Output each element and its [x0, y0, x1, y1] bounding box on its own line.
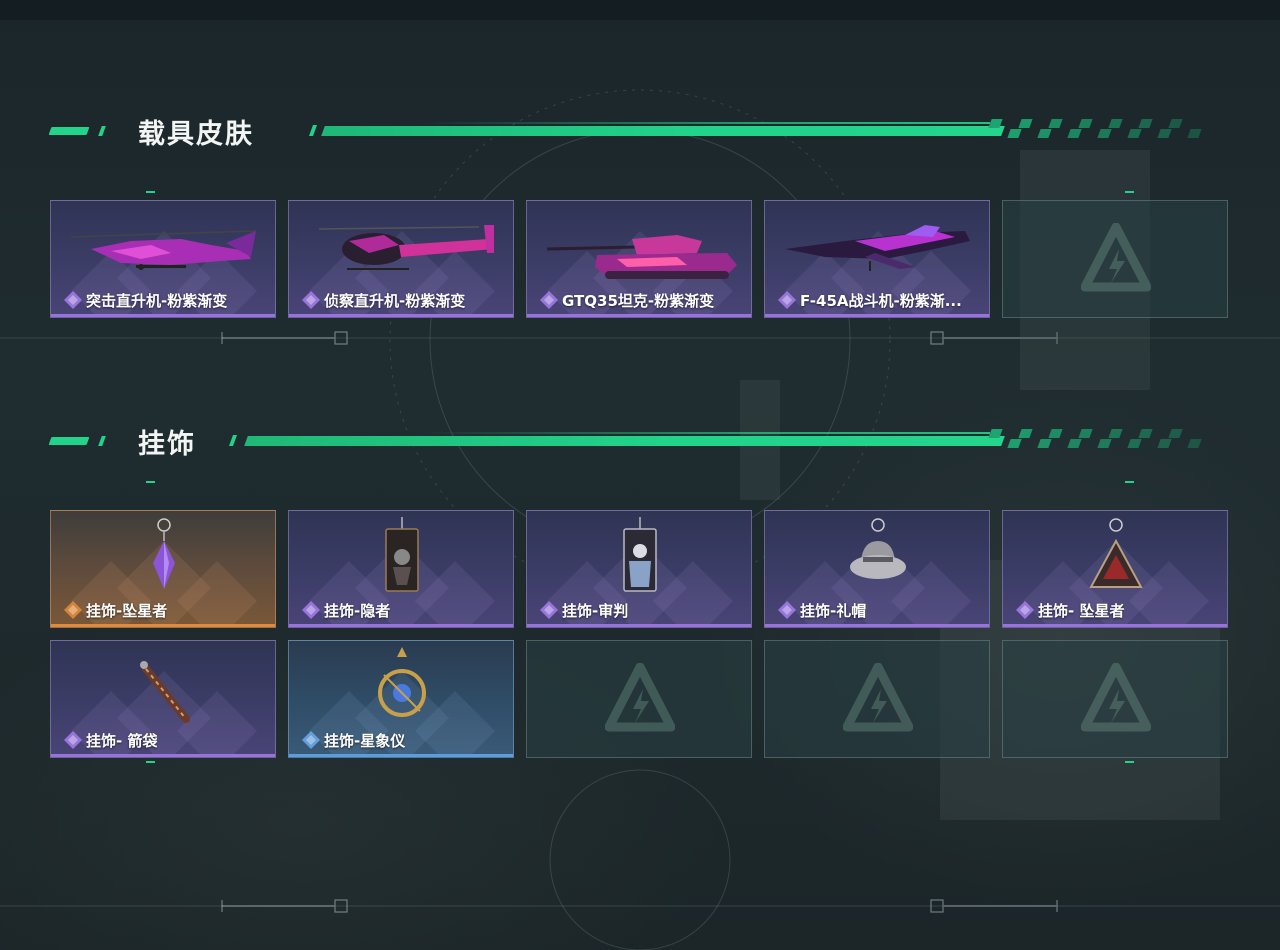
header-accent	[308, 125, 318, 136]
item-label: 挂饰-坠星者	[63, 600, 167, 620]
item-label: 挂饰-礼帽	[777, 600, 866, 620]
item-name: 挂饰-礼帽	[800, 601, 867, 620]
header-accent	[48, 127, 90, 135]
header-bar	[321, 126, 1005, 136]
item-name: 挂饰-星象仪	[324, 731, 406, 750]
fighter-jet-icon	[785, 225, 970, 271]
item-card[interactable]: 挂饰-隐者	[288, 510, 514, 628]
item-card[interactable]: 挂饰-星象仪	[288, 640, 514, 758]
rarity-underline	[765, 314, 989, 317]
empty-slot-logo-icon	[1081, 223, 1151, 292]
quiver-charm-icon	[140, 661, 190, 723]
rarity-underline	[527, 624, 751, 627]
item-name: 挂饰- 坠星者	[1038, 601, 1125, 620]
tank-icon	[546, 235, 737, 279]
item-label: 挂饰- 箭袋	[63, 730, 157, 750]
crystal-charm-icon	[153, 518, 175, 589]
header-accent	[48, 437, 90, 445]
section-header-vehicle-skins: 载具皮肤	[0, 111, 1280, 151]
item-label: GTQ35坦克-粉紫渐变	[539, 290, 714, 310]
item-label: F-45A战斗机-粉紫渐...	[777, 290, 962, 310]
item-card[interactable]: 挂饰- 箭袋	[50, 640, 276, 758]
rarity-underline	[51, 624, 275, 627]
corner-mark	[1125, 761, 1134, 763]
header-line	[420, 432, 990, 434]
rarity-underline	[1003, 624, 1227, 627]
rarity-diamond-icon	[302, 731, 320, 749]
section-title: 载具皮肤	[138, 119, 254, 150]
item-name: 侦察直升机-粉紫渐变	[324, 291, 466, 310]
rarity-underline	[51, 754, 275, 757]
item-name: 挂饰-审判	[562, 601, 629, 620]
item-name: 挂饰-坠星者	[86, 601, 168, 620]
attack-helicopter-icon	[70, 230, 257, 270]
item-name: 挂饰-隐者	[324, 601, 391, 620]
rarity-diamond-icon	[1016, 601, 1034, 619]
empty-item-slot[interactable]	[526, 640, 752, 758]
item-label: 突击直升机-粉紫渐变	[63, 290, 227, 310]
rarity-underline	[289, 624, 513, 627]
item-card[interactable]: 挂饰- 坠星者	[1002, 510, 1228, 628]
header-bar	[244, 436, 1005, 446]
item-name: F-45A战斗机-粉紫渐...	[800, 291, 962, 310]
top-bar	[0, 0, 1280, 20]
item-name: 突击直升机-粉紫渐变	[86, 291, 228, 310]
item-label: 挂饰-审判	[539, 600, 628, 620]
item-label: 挂饰-隐者	[301, 600, 390, 620]
fedora-charm-icon	[850, 518, 906, 579]
rarity-underline	[51, 314, 275, 317]
item-name: 挂饰- 箭袋	[86, 731, 158, 750]
header-line	[420, 122, 990, 124]
rarity-diamond-icon	[302, 291, 320, 309]
section-header-charms: 挂饰	[0, 421, 1280, 461]
item-name: GTQ35坦克-粉紫渐变	[562, 291, 715, 310]
section-title: 挂饰	[138, 429, 196, 460]
empty-item-slot[interactable]	[764, 640, 990, 758]
item-card[interactable]: 突击直升机-粉紫渐变	[50, 200, 276, 318]
rarity-underline	[289, 314, 513, 317]
empty-item-slot[interactable]	[1002, 640, 1228, 758]
item-card[interactable]: 侦察直升机-粉紫渐变	[288, 200, 514, 318]
header-accent	[98, 436, 106, 446]
corner-mark	[146, 761, 155, 763]
header-checker	[988, 118, 1202, 140]
header-accent	[228, 435, 238, 446]
item-label: 侦察直升机-粉紫渐变	[301, 290, 465, 310]
rarity-diamond-icon	[64, 601, 82, 619]
empty-slot-logo-icon	[605, 663, 675, 732]
rarity-diamond-icon	[64, 291, 82, 309]
item-card[interactable]: 挂饰-礼帽	[764, 510, 990, 628]
empty-slot-logo-icon	[843, 663, 913, 732]
inventory-screen: 载具皮肤 挂饰 突击直升机-粉紫渐变 侦察直升机-粉紫渐变 GTQ35坦克-粉紫渐变…	[0, 0, 1280, 950]
item-card[interactable]: 挂饰-审判	[526, 510, 752, 628]
rarity-underline	[527, 314, 751, 317]
rarity-diamond-icon	[778, 291, 796, 309]
hermit-card-charm-icon	[385, 517, 419, 592]
corner-mark	[146, 481, 155, 483]
item-card[interactable]: 挂饰-坠星者	[50, 510, 276, 628]
item-label: 挂饰- 坠星者	[1015, 600, 1124, 620]
rarity-diamond-icon	[302, 601, 320, 619]
rarity-underline	[765, 624, 989, 627]
item-card[interactable]: GTQ35坦克-粉紫渐变	[526, 200, 752, 318]
rarity-diamond-icon	[540, 601, 558, 619]
rarity-underline	[289, 754, 513, 757]
astrolabe-charm-icon	[378, 647, 426, 717]
corner-mark	[146, 191, 155, 193]
empty-slot-logo-icon	[1081, 663, 1151, 732]
rarity-diamond-icon	[64, 731, 82, 749]
header-checker	[988, 428, 1202, 450]
scout-helicopter-icon	[318, 225, 494, 270]
rarity-diamond-icon	[778, 601, 796, 619]
corner-mark	[1125, 191, 1134, 193]
empty-item-slot[interactable]	[1002, 200, 1228, 318]
triangle-charm-icon	[1089, 518, 1143, 588]
rarity-diamond-icon	[540, 291, 558, 309]
header-accent	[98, 126, 106, 136]
item-card[interactable]: F-45A战斗机-粉紫渐...	[764, 200, 990, 318]
corner-mark	[1125, 481, 1134, 483]
item-label: 挂饰-星象仪	[301, 730, 405, 750]
judgement-card-charm-icon	[623, 517, 657, 592]
